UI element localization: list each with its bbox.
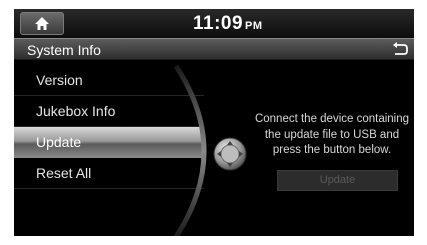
back-button[interactable]	[388, 41, 410, 57]
menu-item-label: Reset All	[36, 165, 92, 181]
page-title: System Info	[27, 42, 101, 58]
jog-dial-icon[interactable]	[213, 137, 247, 171]
menu-item-label: Update	[36, 134, 82, 150]
back-arrow-icon	[393, 42, 408, 55]
update-instructions: Connect the device containing the update…	[250, 112, 414, 159]
home-button[interactable]	[20, 12, 64, 35]
instruction-line: press the button below.	[272, 144, 392, 156]
update-button[interactable]: Update	[277, 170, 398, 191]
clock-ampm: PM	[245, 20, 263, 32]
title-bar: System Info	[14, 38, 414, 60]
instruction-line: Connect the device containing	[254, 113, 410, 125]
clock: 11:09 PM	[193, 13, 263, 35]
status-bar: 11:09 PM	[14, 9, 414, 38]
menu-item-label: Jukebox Info	[36, 103, 116, 119]
screen: 11:09 PM System Info Version Jukebox Info…	[14, 9, 414, 236]
menu-item-label: Version	[36, 72, 83, 88]
instruction-line: the update file to USB and	[264, 128, 400, 141]
clock-time: 11:09	[193, 13, 244, 34]
